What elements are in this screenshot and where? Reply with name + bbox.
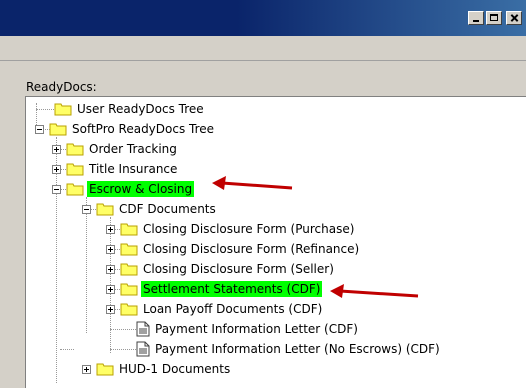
tree-item-label: CDF Documents (119, 202, 216, 216)
expand-icon[interactable] (52, 164, 61, 174)
tree-item-label: HUD-1 Documents (119, 362, 231, 376)
tree-item-label: Closing Disclosure Form (Seller) (143, 262, 334, 276)
tree-item-cdf-refinance[interactable]: Closing Disclosure Form (Refinance) (106, 239, 361, 259)
tree-item-label: Order Tracking (89, 142, 177, 156)
maximize-button[interactable] (486, 11, 502, 25)
folder-icon (120, 243, 138, 256)
folder-icon (66, 143, 84, 156)
close-button[interactable] (506, 11, 522, 25)
tree-item-settlement-statements[interactable]: Settlement Statements (CDF) (106, 279, 323, 299)
folder-icon (49, 123, 67, 136)
expand-icon[interactable] (106, 284, 115, 294)
tree-item-label: Escrow & Closing (87, 181, 195, 197)
expand-icon[interactable] (106, 304, 115, 314)
expand-icon[interactable] (106, 224, 115, 234)
title-bar (0, 0, 526, 36)
tree-item-escrow-closing[interactable]: Escrow & Closing (52, 179, 195, 199)
red-arrow-icon (330, 284, 419, 298)
expand-icon[interactable] (82, 364, 91, 374)
tree-item-payment-info-letter[interactable]: Payment Information Letter (CDF) (136, 319, 360, 339)
tree-item-label: User ReadyDocs Tree (77, 102, 204, 116)
folder-icon (96, 203, 114, 216)
document-icon (136, 341, 150, 357)
folder-icon (96, 363, 114, 376)
minimize-button[interactable] (468, 11, 484, 25)
tree-item-label: SoftPro ReadyDocs Tree (72, 122, 215, 136)
tree-item-label: Loan Payoff Documents (CDF) (143, 302, 323, 316)
tree-item-cdf-documents[interactable]: CDF Documents (82, 199, 218, 219)
tree-line (110, 349, 138, 350)
tree-item-payment-info-letter-no-escrows[interactable]: Payment Information Letter (No Escrows) … (136, 339, 442, 359)
readydocs-tree[interactable]: User ReadyDocs Tree SoftPro ReadyDocs Tr… (25, 96, 526, 388)
tree-item-label: Payment Information Letter (No Escrows) … (155, 342, 440, 356)
folder-icon (66, 183, 84, 196)
folder-icon (120, 223, 138, 236)
folder-icon (120, 283, 138, 296)
tree-item-label: Settlement Statements (CDF) (141, 281, 323, 297)
folder-icon (120, 263, 138, 276)
expand-icon[interactable] (52, 144, 61, 154)
collapse-icon[interactable] (35, 124, 44, 134)
folder-icon (54, 103, 72, 116)
tree-item-loan-payoff-documents[interactable]: Loan Payoff Documents (CDF) (106, 299, 324, 319)
tree-item-label: Payment Information Letter (CDF) (155, 322, 358, 336)
tree-item-label: Title Insurance (89, 162, 178, 176)
tree-item-user-readydocs-tree[interactable]: User ReadyDocs Tree (54, 99, 206, 119)
tree-item-order-tracking[interactable]: Order Tracking (52, 139, 179, 159)
tree-item-cdf-seller[interactable]: Closing Disclosure Form (Seller) (106, 259, 336, 279)
tree-line (36, 109, 54, 110)
tree-item-title-insurance[interactable]: Title Insurance (52, 159, 179, 179)
tree-item-label: Closing Disclosure Form (Purchase) (143, 222, 355, 236)
toolbar-area (0, 36, 526, 61)
tree-line (110, 329, 138, 330)
folder-icon (120, 303, 138, 316)
readydocs-label: ReadyDocs: (26, 80, 97, 94)
tree-item-cdf-purchase[interactable]: Closing Disclosure Form (Purchase) (106, 219, 356, 239)
document-icon (136, 321, 150, 337)
folder-icon (66, 163, 84, 176)
collapse-icon[interactable] (82, 204, 91, 214)
tree-line (60, 349, 74, 350)
expand-icon[interactable] (106, 264, 115, 274)
red-arrow-icon (212, 176, 293, 190)
tree-item-softpro-readydocs-tree[interactable]: SoftPro ReadyDocs Tree (35, 119, 216, 139)
tree-item-hud1-documents[interactable]: HUD-1 Documents (82, 359, 232, 379)
tree-item-label: Closing Disclosure Form (Refinance) (143, 242, 360, 256)
window-controls (468, 11, 522, 25)
expand-icon[interactable] (106, 244, 115, 254)
collapse-icon[interactable] (52, 184, 61, 194)
